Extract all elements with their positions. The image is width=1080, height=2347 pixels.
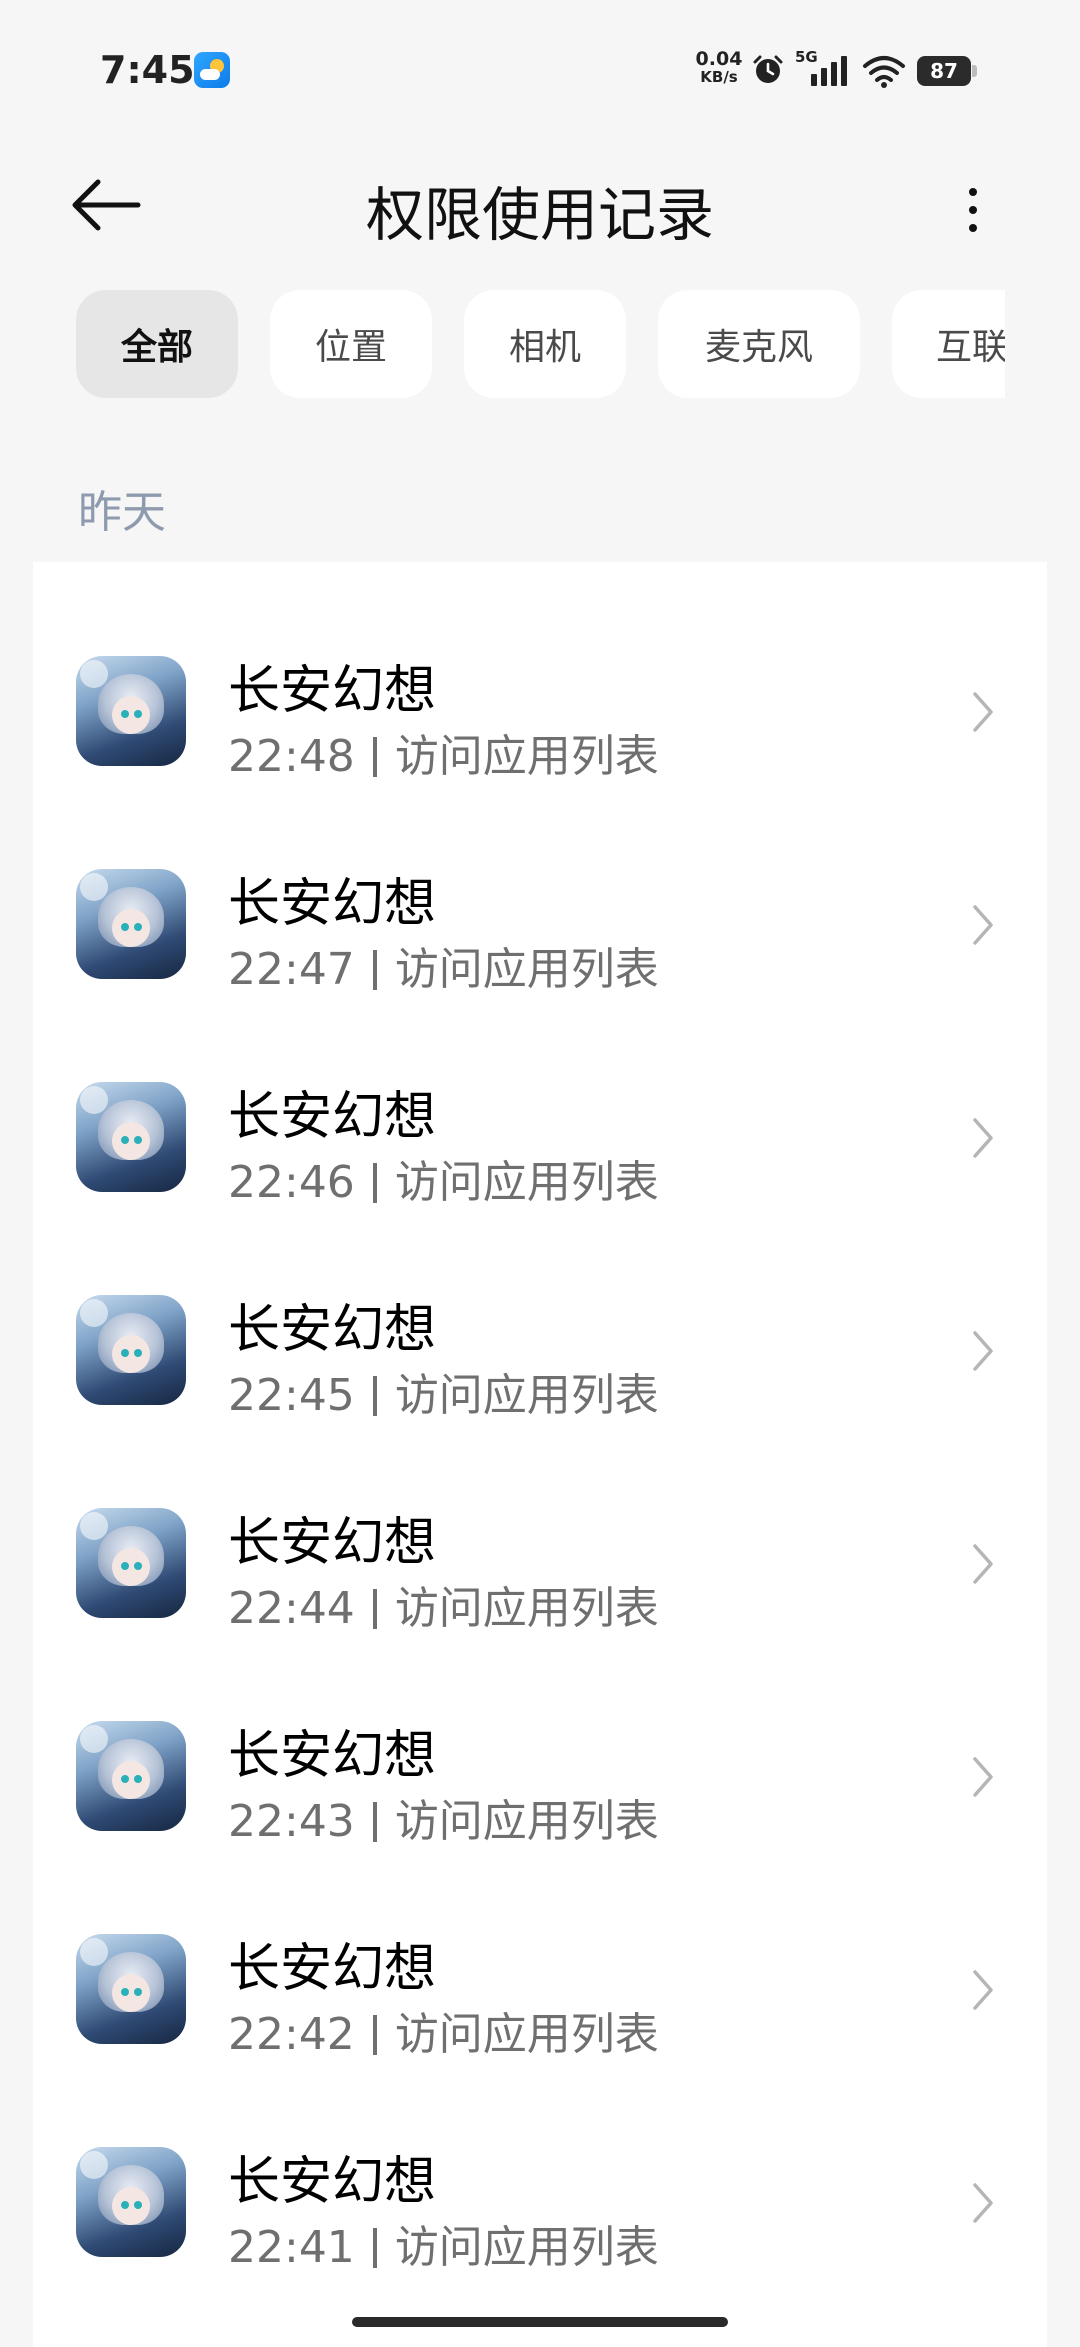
app-icon: [76, 869, 186, 979]
weather-icon: [194, 52, 230, 88]
permission-filter-tabs: 全部 位置 相机 麦克风 互联: [0, 290, 1005, 400]
app-icon: [76, 1082, 186, 1192]
filter-chip-camera[interactable]: 相机: [464, 290, 626, 398]
separator: [372, 2228, 377, 2268]
permission-record-item[interactable]: 长安幻想 22:45 访问应用列表: [33, 1201, 1047, 1421]
app-icon: [76, 2147, 186, 2257]
permission-record-item[interactable]: 长安幻想 22:46 访问应用列表: [33, 988, 1047, 1208]
app-icon: [76, 1934, 186, 2044]
section-header-yesterday: 昨天: [78, 487, 166, 538]
chevron-right-icon: [973, 1331, 993, 1371]
battery-level: 87: [917, 56, 971, 86]
app-bar: 权限使用记录: [0, 140, 1080, 270]
cellular-signal-icon: 5G: [795, 48, 851, 90]
app-name: 长安幻想: [228, 1939, 437, 1999]
separator: [372, 1376, 377, 1416]
chevron-right-icon: [973, 905, 993, 945]
record-time: 22:41: [228, 2222, 355, 2273]
network-type: 5G: [795, 48, 818, 66]
chevron-right-icon: [973, 692, 993, 732]
filter-chip-all[interactable]: 全部: [76, 290, 238, 398]
more-options-button[interactable]: [950, 170, 996, 240]
app-name: 长安幻想: [228, 1726, 437, 1786]
chevron-right-icon: [973, 1757, 993, 1797]
app-name: 长安幻想: [228, 874, 437, 934]
status-time: 7:45: [100, 48, 195, 92]
network-speed-unit: KB/s: [700, 68, 738, 86]
separator: [372, 1802, 377, 1842]
separator: [372, 2015, 377, 2055]
permission-record-item[interactable]: 长安幻想 22:47 访问应用列表: [33, 775, 1047, 995]
filter-chip-internet[interactable]: 互联: [892, 290, 1005, 398]
permission-record-item[interactable]: 长安幻想 22:42 访问应用列表: [33, 1840, 1047, 2060]
app-icon: [76, 1295, 186, 1405]
separator: [372, 1589, 377, 1629]
chevron-right-icon: [973, 1544, 993, 1584]
separator: [372, 737, 377, 777]
home-indicator[interactable]: [352, 2317, 728, 2327]
permission-record-list: 长安幻想 22:48 访问应用列表 长安幻想 22:47 访问应用列表 长安幻想 22:46 访…: [33, 562, 1047, 2347]
chevron-right-icon: [973, 1118, 993, 1158]
network-speed: 0.04 KB/s: [694, 48, 744, 87]
app-name: 长安幻想: [228, 1087, 437, 1147]
filter-chip-microphone[interactable]: 麦克风: [658, 290, 860, 398]
permission-record-item[interactable]: 长安幻想 22:41 访问应用列表: [33, 2053, 1047, 2273]
wifi-icon: [863, 56, 905, 88]
chevron-right-icon: [973, 1970, 993, 2010]
permission-record-item[interactable]: 长安幻想 22:44 访问应用列表: [33, 1414, 1047, 1634]
filter-chip-location[interactable]: 位置: [270, 290, 432, 398]
status-bar: 7:45 0.04 KB/s 5G 87: [0, 0, 1080, 140]
app-icon: [76, 656, 186, 766]
separator: [372, 950, 377, 990]
separator: [372, 1163, 377, 1203]
record-action: 访问应用列表: [394, 2222, 659, 2273]
app-name: 长安幻想: [228, 661, 437, 721]
app-name: 长安幻想: [228, 1513, 437, 1573]
app-name: 长安幻想: [228, 2152, 437, 2212]
app-icon: [76, 1721, 186, 1831]
chevron-right-icon: [973, 2183, 993, 2223]
record-detail: 22:41 访问应用列表: [228, 2211, 659, 2275]
permission-record-item[interactable]: 长安幻想 22:48 访问应用列表: [33, 562, 1047, 782]
permission-record-item[interactable]: 长安幻想 22:43 访问应用列表: [33, 1627, 1047, 1847]
network-speed-value: 0.04: [695, 48, 743, 70]
alarm-icon: [753, 55, 783, 83]
battery-icon: 87: [917, 56, 977, 86]
app-icon: [76, 1508, 186, 1618]
page-title: 权限使用记录: [365, 181, 714, 249]
app-name: 长安幻想: [228, 1300, 437, 1360]
